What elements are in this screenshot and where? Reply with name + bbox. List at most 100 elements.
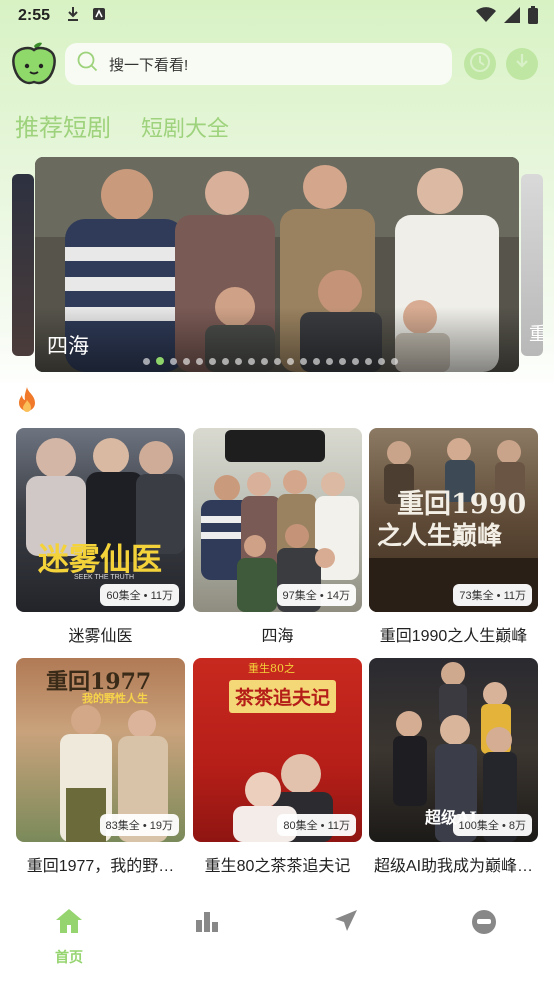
status-bar: 2:55 — [0, 0, 554, 32]
carousel-dot[interactable] — [209, 357, 216, 365]
send-icon — [333, 908, 359, 939]
drama-title[interactable]: 迷雾仙医 — [16, 622, 185, 646]
badge-separator: • — [316, 590, 327, 602]
carousel-dot[interactable] — [183, 357, 190, 365]
carousel-dot[interactable] — [196, 357, 203, 365]
badge-separator: • — [140, 590, 151, 602]
view-count: 14万 — [326, 590, 350, 602]
carousel-dot[interactable] — [378, 357, 385, 365]
carousel-dot[interactable] — [248, 357, 255, 365]
episode-badge: 83集全 • 19万 — [99, 814, 179, 836]
carousel-dot[interactable] — [313, 357, 320, 365]
badge-separator: • — [493, 590, 504, 602]
drama-cover[interactable]: 超级AI 100集全 • 8万 — [369, 658, 538, 842]
drama-title[interactable]: 重回1977，我的野… — [16, 852, 185, 876]
episode-badge: 80集全 • 11万 — [277, 814, 356, 836]
drama-cover[interactable]: 重回1990 之人生巅峰 73集全 • 11万 — [369, 428, 538, 612]
search-input[interactable]: 搜一下看看! — [109, 54, 188, 75]
cover-title-art: 茶茶追夫记 — [229, 680, 337, 713]
view-count: 11万 — [503, 590, 526, 602]
badge-separator: • — [498, 820, 509, 832]
history-button[interactable] — [464, 48, 496, 80]
cover-subtitle: 重生80之 — [248, 662, 295, 675]
apple-logo-icon[interactable] — [12, 42, 56, 88]
banner-image — [35, 157, 519, 372]
drama-card[interactable]: 重回1990 之人生巅峰 73集全 • 11万 重回1990之人生巅峰 — [369, 428, 538, 646]
view-count: 11万 — [327, 820, 350, 832]
drama-card[interactable]: 超级AI 100集全 • 8万 超级AI助我成为巅峰… — [369, 658, 538, 876]
download-arrow-icon — [512, 52, 532, 77]
battery-icon — [528, 6, 538, 29]
episode-count: 73集全 — [459, 590, 494, 602]
drama-cover[interactable]: 重回1977 我的野性人生 83集全 • 19万 — [16, 658, 185, 842]
drama-title[interactable]: 重回1990之人生巅峰 — [369, 622, 538, 646]
carousel-dot[interactable] — [156, 357, 164, 365]
carousel-dot[interactable] — [222, 357, 229, 365]
banner-next-title: 重 — [529, 324, 543, 344]
fire-icon — [14, 386, 40, 414]
drama-card[interactable]: 迷雾仙医 SEEK THE TRUTH 60集全 • 11万 迷雾仙医 — [16, 428, 185, 646]
episode-badge: 97集全 • 14万 — [276, 584, 356, 606]
cover-title-art: 迷雾仙医 — [38, 542, 162, 578]
top-bar: 搜一下看看! — [0, 40, 554, 90]
carousel-dot[interactable] — [235, 357, 242, 365]
carousel-dot[interactable] — [143, 357, 150, 365]
episode-count: 60集全 — [106, 590, 141, 602]
drama-title[interactable]: 四海 — [193, 622, 362, 646]
carousel-dot[interactable] — [339, 357, 346, 365]
search-icon — [77, 51, 99, 78]
nav-home-label: 首页 — [55, 949, 83, 965]
banner-next-peek[interactable]: 重 — [521, 174, 543, 356]
drama-title[interactable]: 超级AI助我成为巅峰… — [369, 852, 538, 876]
download-button[interactable] — [506, 48, 538, 80]
clock-icon — [469, 51, 491, 78]
episode-badge: 73集全 • 11万 — [453, 584, 532, 606]
chart-icon — [194, 908, 220, 939]
tab-all-dramas[interactable]: 短剧大全 — [141, 111, 229, 143]
view-count: 11万 — [150, 590, 173, 602]
episode-count: 83集全 — [105, 820, 140, 832]
banner-prev-peek[interactable] — [12, 174, 34, 356]
carousel-dot[interactable] — [274, 357, 281, 365]
cover-subtitle: 之人生巅峰 — [377, 521, 503, 550]
tab-recommended[interactable]: 推荐短剧 — [15, 108, 111, 143]
drama-cover[interactable]: 重生80之 茶茶追夫记 80集全 • 11万 — [193, 658, 362, 842]
carousel-dot[interactable] — [287, 357, 294, 365]
carousel-dot[interactable] — [261, 357, 268, 365]
profile-icon — [470, 908, 498, 941]
badge-separator: • — [317, 820, 328, 832]
episode-badge: 60集全 • 11万 — [100, 584, 179, 606]
category-tabs: 推荐短剧 短剧大全 — [15, 108, 229, 143]
carousel-dot[interactable] — [391, 357, 398, 365]
home-icon — [55, 908, 83, 939]
drama-card[interactable]: 97集全 • 14万 四海 — [193, 428, 362, 646]
banner-slide[interactable]: 四海 — [35, 157, 519, 372]
status-time: 2:55 — [18, 7, 51, 24]
nav-home[interactable]: 首页 — [39, 908, 99, 967]
drama-card[interactable]: 重回1977 我的野性人生 83集全 • 19万 重回1977，我的野… — [16, 658, 185, 876]
nav-rankings[interactable] — [177, 908, 237, 939]
carousel-dot[interactable] — [300, 357, 307, 365]
episode-count: 97集全 — [282, 590, 317, 602]
cover-subtitle: SEEK THE TRUTH — [74, 574, 135, 581]
badge-separator: • — [139, 820, 150, 832]
drama-cover[interactable]: 迷雾仙医 SEEK THE TRUTH 60集全 • 11万 — [16, 428, 185, 612]
bottom-nav: 首页 — [0, 900, 554, 984]
notification-app-icon — [92, 7, 106, 26]
drama-title[interactable]: 重生80之茶茶追夫记 — [193, 852, 362, 876]
view-count: 8万 — [508, 820, 526, 832]
episode-badge: 100集全 • 8万 — [452, 814, 532, 836]
nav-discover[interactable] — [316, 908, 376, 939]
search-bar[interactable]: 搜一下看看! — [65, 43, 452, 85]
carousel-dot[interactable] — [326, 357, 333, 365]
drama-card[interactable]: 重生80之 茶茶追夫记 80集全 • 11万 重生80之茶茶追夫记 — [193, 658, 362, 876]
carousel-dot[interactable] — [352, 357, 359, 365]
view-count: 19万 — [149, 820, 173, 832]
carousel-dots[interactable] — [143, 357, 398, 365]
episode-count: 100集全 — [458, 820, 499, 832]
wifi-icon — [476, 7, 496, 28]
carousel-dot[interactable] — [365, 357, 372, 365]
carousel-dot[interactable] — [170, 357, 177, 365]
nav-profile[interactable] — [454, 908, 514, 941]
drama-cover[interactable]: 97集全 • 14万 — [193, 428, 362, 612]
